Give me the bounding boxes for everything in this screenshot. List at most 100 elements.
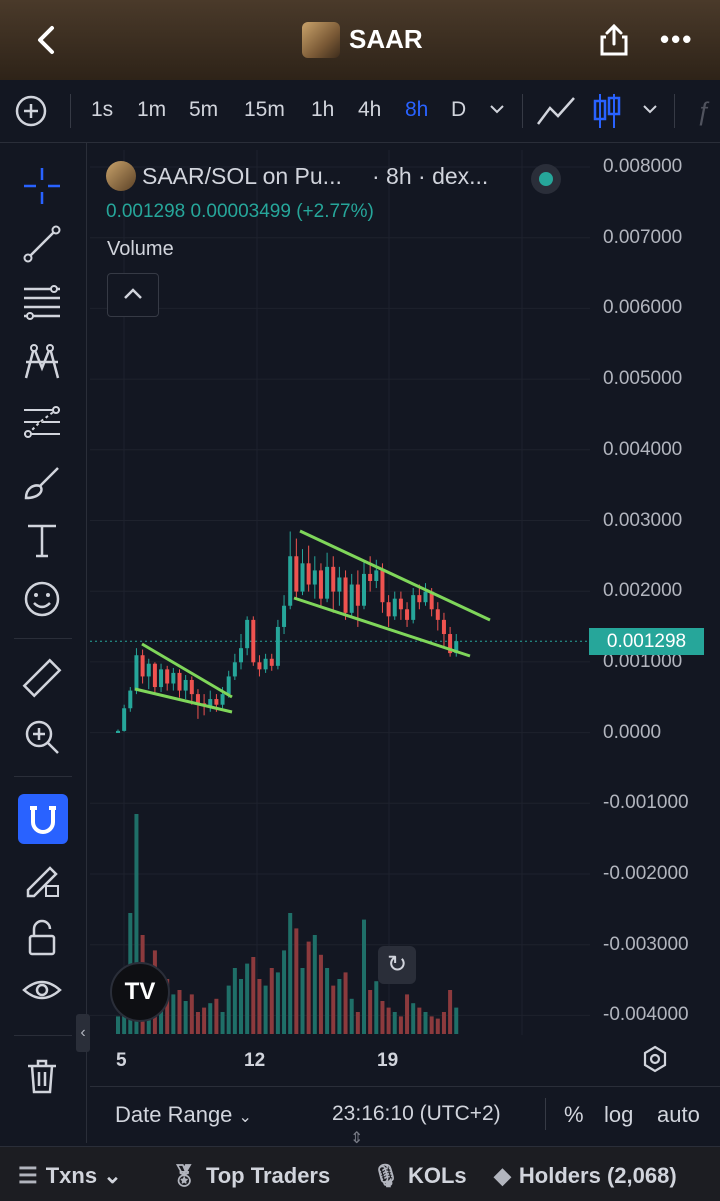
candle-body	[355, 584, 360, 606]
candle-body	[398, 598, 403, 610]
volume-bar	[392, 1012, 397, 1034]
diamond-icon: ◆	[494, 1163, 511, 1188]
candle-body	[417, 595, 422, 603]
volume-bar	[435, 1018, 440, 1034]
volume-bar	[343, 972, 348, 1034]
volume-bar	[202, 1007, 207, 1034]
candle-body	[349, 584, 354, 613]
candle-body	[245, 619, 250, 649]
volume-bar	[208, 1003, 213, 1034]
volume-bar	[177, 990, 182, 1034]
candle-body	[423, 591, 428, 603]
candle-body	[337, 577, 342, 592]
candle-body	[368, 573, 373, 581]
volume-bar	[183, 1001, 188, 1034]
y-tick-label: 0.0000	[603, 721, 662, 743]
volume-bar	[306, 941, 311, 1034]
y-tick-label: 0.004000	[603, 438, 683, 460]
volume-bar	[214, 998, 219, 1034]
volume-bar	[189, 994, 194, 1034]
x-tick-label: 19	[377, 1050, 399, 1071]
candle-body	[165, 669, 170, 684]
volume-bar	[380, 1001, 385, 1034]
volume-bar	[220, 1012, 225, 1034]
candle-body	[122, 708, 127, 731]
y-tick-label: -0.004000	[603, 1004, 689, 1026]
candle-body	[300, 563, 305, 592]
pair-title: SAAR/SOL on Pu...	[142, 163, 342, 189]
settings-icon[interactable]	[640, 1044, 670, 1074]
volume-bar	[417, 1007, 422, 1034]
candle-body	[232, 662, 237, 677]
tab-txns-label: Txns	[45, 1163, 98, 1188]
legend-values: 0.001298 0.00003499 (+2.77%)	[106, 201, 374, 223]
tab-holders[interactable]: ◆ Holders (2,068)	[494, 1163, 677, 1189]
chevron-down-icon: ⌄	[103, 1163, 122, 1188]
log-scale-button[interactable]: log	[604, 1102, 633, 1128]
candle-body	[152, 663, 157, 688]
candle-body	[134, 655, 139, 691]
legend-change-pct: (+2.77%)	[296, 201, 374, 222]
chevron-down-icon: ⌄	[238, 1109, 252, 1126]
volume-bar	[349, 998, 354, 1034]
y-tick-label: 0.007000	[603, 226, 683, 248]
microphone-icon: 🎙︎	[372, 1163, 400, 1188]
candle-body	[128, 690, 133, 709]
divider	[545, 1098, 546, 1130]
y-tick-label: 0.008000	[603, 156, 683, 177]
volume-bar	[288, 913, 293, 1034]
volume-bar	[300, 968, 305, 1034]
candle-body	[288, 556, 293, 606]
medal-icon: 🏅︎	[170, 1163, 198, 1188]
candle-body	[325, 566, 330, 599]
list-icon: ☰	[18, 1163, 38, 1188]
tab-top-traders-label: Top Traders	[205, 1163, 331, 1188]
y-tick-label: 0.006000	[603, 297, 683, 319]
candle-body	[269, 658, 274, 666]
tab-txns[interactable]: ☰ Txns ⌄	[18, 1163, 122, 1189]
tradingview-logo[interactable]: TV	[110, 962, 170, 1022]
date-range-button[interactable]: Date Range ⌄	[115, 1102, 252, 1128]
candle-body	[312, 570, 317, 585]
candle-body	[374, 570, 379, 581]
candle-body	[405, 609, 410, 620]
tab-kols[interactable]: 🎙︎ KOLs	[372, 1163, 467, 1189]
candle-body	[220, 694, 225, 705]
volume-bar	[257, 979, 262, 1034]
volume-bar	[226, 985, 231, 1034]
resize-handle-icon[interactable]: ⇕	[350, 1128, 363, 1148]
legend-change: 0.00003499	[190, 201, 291, 222]
volume-bar	[171, 994, 176, 1034]
candle-body	[343, 577, 348, 613]
candle-body	[171, 672, 176, 684]
y-tick-label: 0.002000	[603, 580, 683, 602]
volume-bar	[429, 1016, 434, 1034]
auto-scale-button[interactable]: auto	[657, 1102, 700, 1128]
candle-body	[411, 595, 416, 620]
volume-bar	[374, 981, 379, 1034]
percent-scale-button[interactable]: %	[564, 1102, 584, 1128]
volume-bar	[454, 1007, 459, 1034]
legend-collapse-button[interactable]	[107, 273, 159, 317]
volume-bar	[386, 1007, 391, 1034]
x-tick-label: 12	[244, 1050, 266, 1071]
date-range-label: Date Range	[115, 1102, 233, 1127]
volume-label: Volume	[107, 238, 174, 260]
y-tick-label: -0.003000	[603, 933, 689, 955]
candle-body	[239, 648, 243, 663]
volume-bar	[263, 985, 268, 1034]
candle-body	[140, 655, 145, 677]
candle-body	[282, 605, 287, 627]
candle-body	[441, 619, 446, 635]
candle-body	[380, 570, 385, 603]
candle-body	[146, 663, 151, 677]
candle-body	[392, 598, 397, 617]
candle-body	[214, 699, 219, 705]
volume-bar	[355, 1012, 360, 1034]
tab-top-traders[interactable]: 🏅︎ Top Traders	[170, 1163, 330, 1189]
volume-bar	[245, 963, 250, 1034]
volume-bar	[405, 994, 410, 1034]
candle-body	[386, 602, 391, 617]
reset-icon[interactable]: ↻	[378, 946, 416, 984]
timezone-clock[interactable]: 23:16:10 (UTC+2)	[332, 1102, 501, 1126]
